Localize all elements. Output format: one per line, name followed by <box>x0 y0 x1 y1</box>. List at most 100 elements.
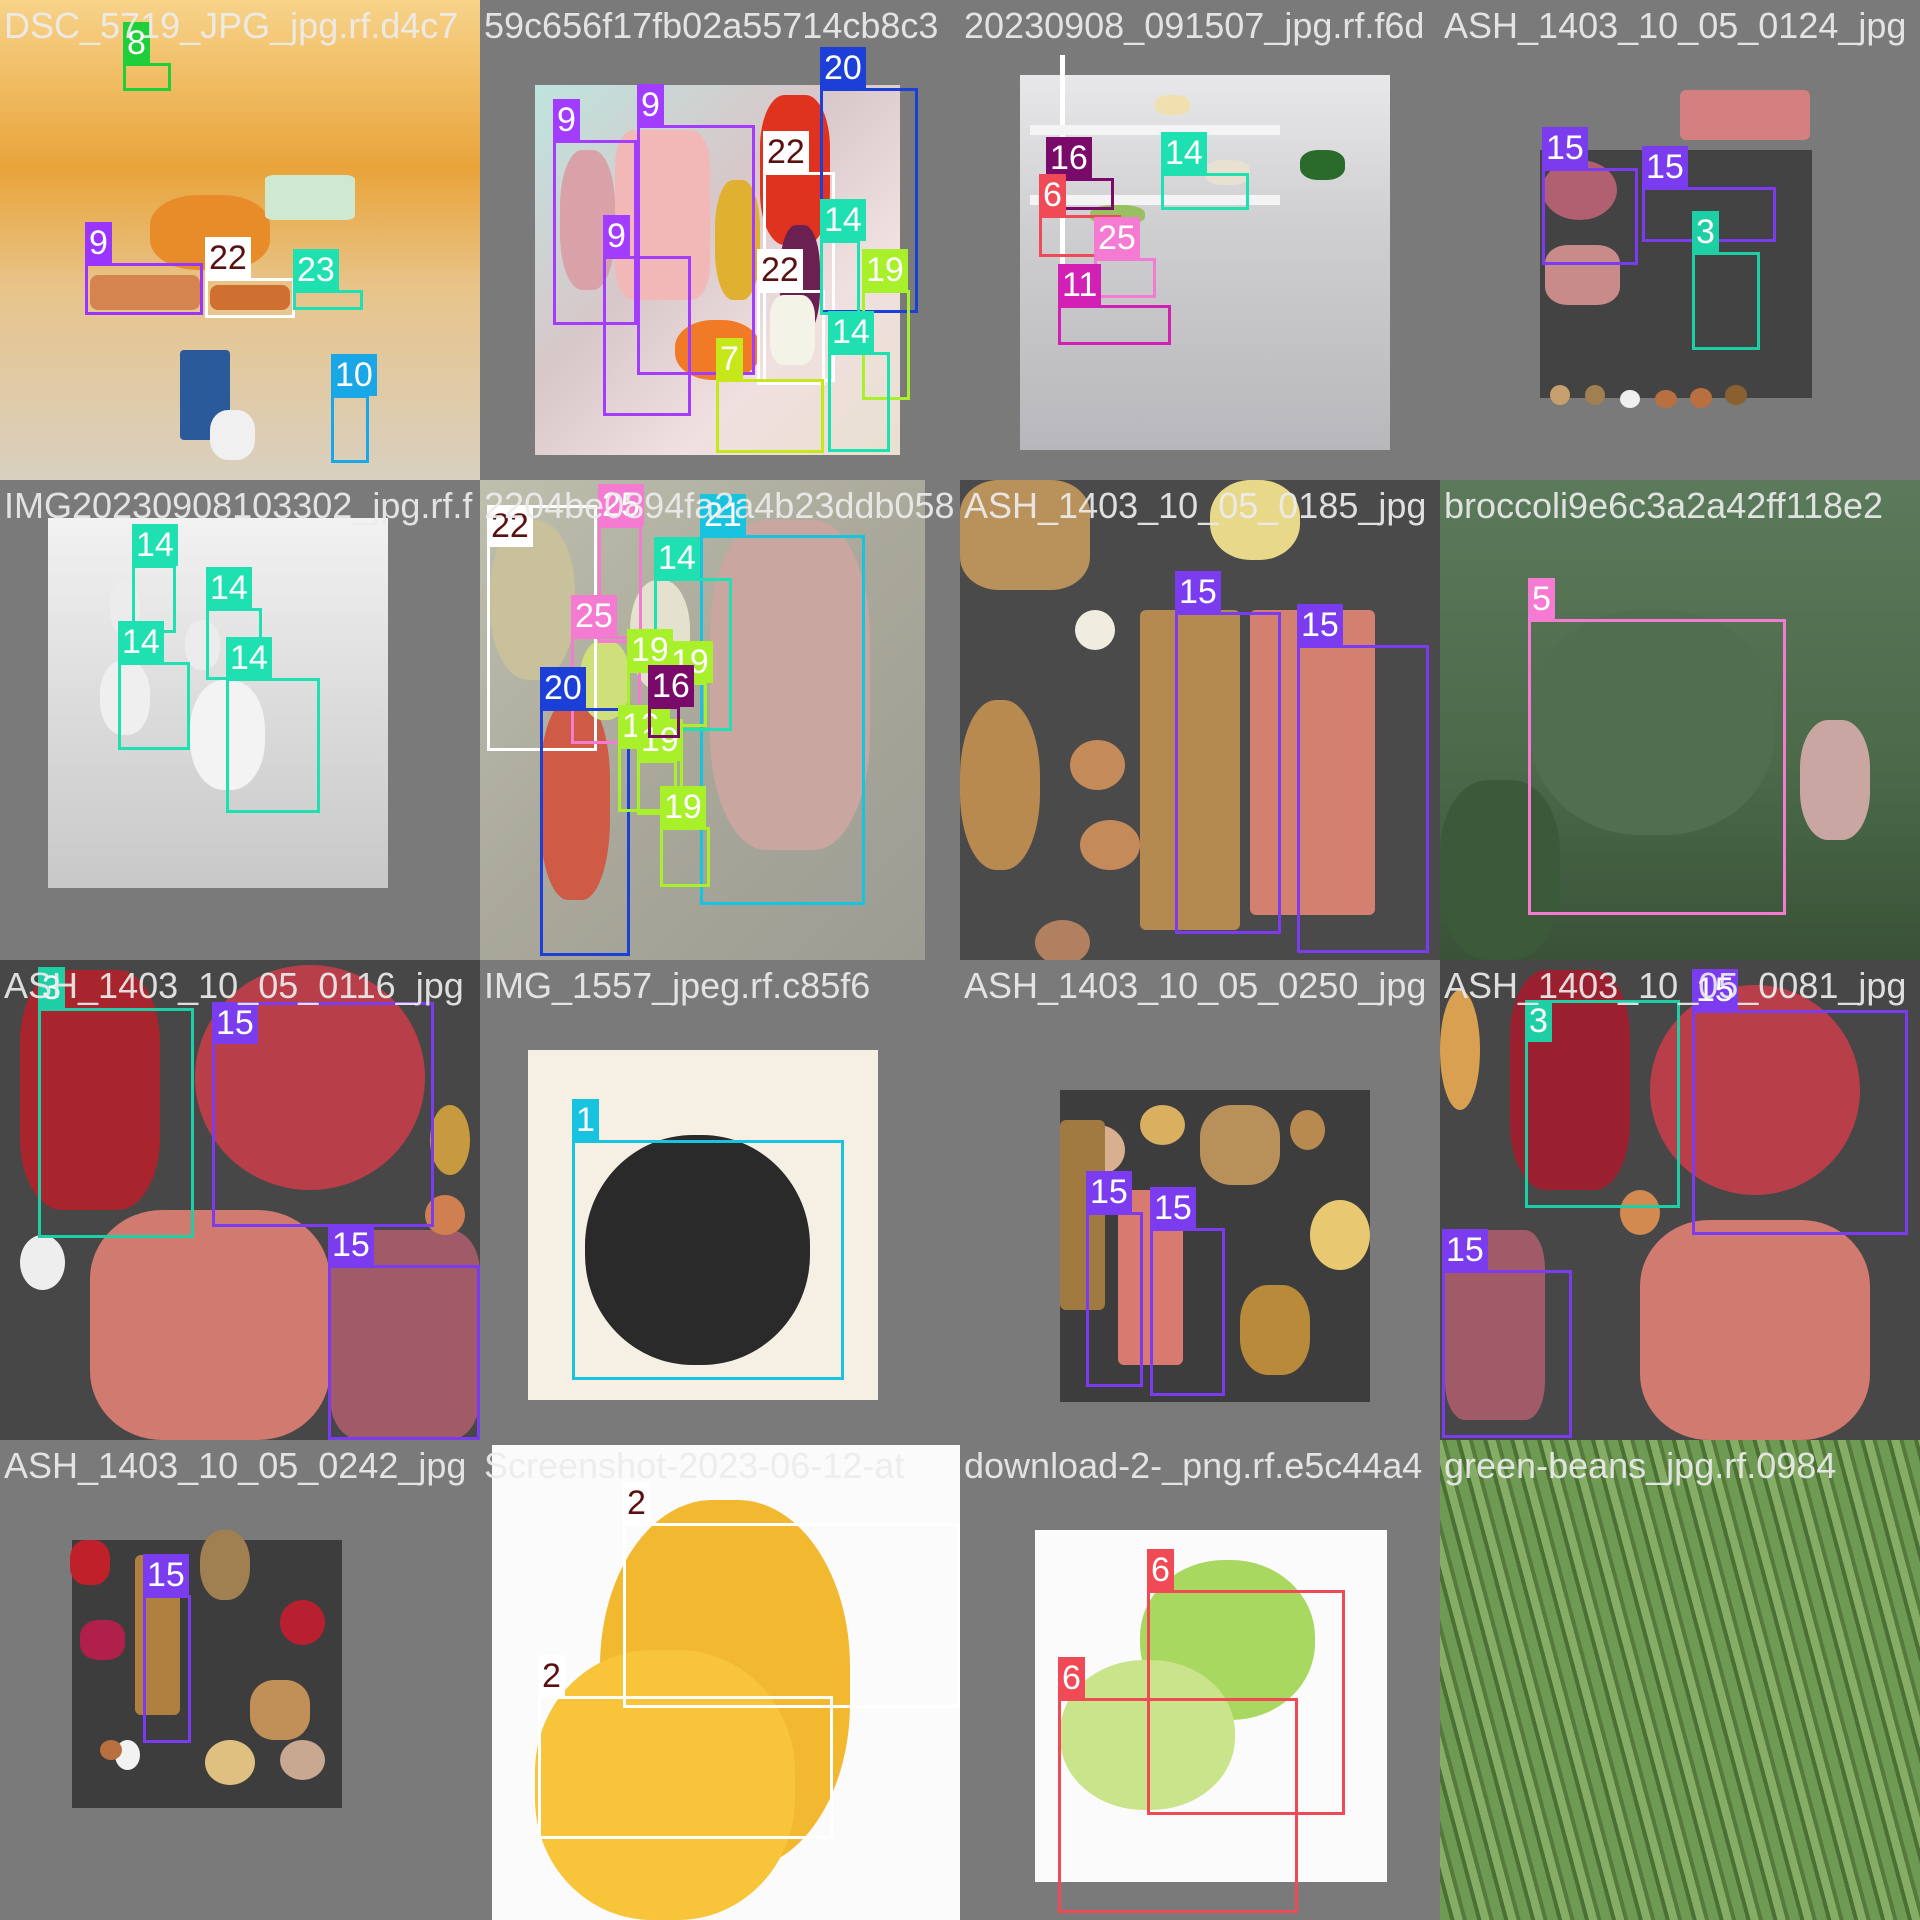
detection-box: 5 <box>1528 578 1786 915</box>
food-object-shape <box>200 1530 250 1600</box>
tile-filename: ASH_1403_10_05_0250_jpg <box>964 965 1427 1006</box>
class-label: 6 <box>1147 1549 1174 1591</box>
detection-box: 11 <box>1058 264 1171 345</box>
grid-tile: ASH_1403_10_05_0124_jpg 15 15 3 <box>1440 0 1920 480</box>
food-object-shape <box>1440 990 1480 1110</box>
food-object-shape <box>1140 1105 1185 1145</box>
detection-box: 25 <box>1094 217 1156 298</box>
food-object-shape <box>1200 1105 1280 1185</box>
class-label: 15 <box>1150 1187 1196 1229</box>
detection-box: 3 <box>1525 1000 1680 1208</box>
detection-box: 15 <box>1297 604 1429 953</box>
food-object-shape <box>70 1540 110 1585</box>
food-object-shape <box>1640 1220 1870 1440</box>
food-object-shape <box>265 175 355 220</box>
detection-box: 8 <box>123 22 171 91</box>
food-object-shape <box>280 1600 325 1645</box>
detection-box: 7 <box>716 338 824 453</box>
detection-box: 15 <box>1150 1187 1225 1396</box>
class-label: 15 <box>1542 127 1588 169</box>
class-label: 5 <box>1528 578 1555 620</box>
class-label: 14 <box>206 567 252 609</box>
detection-box: 15 <box>1175 571 1281 934</box>
food-object-shape <box>1240 1285 1310 1375</box>
detection-box: 14 <box>118 621 190 750</box>
food-object-shape <box>1290 1110 1325 1150</box>
detection-box: 22 <box>205 237 295 318</box>
class-label: 23 <box>293 249 339 291</box>
grid-tile: ASH_1403_10_05_0185_jpg 15 15 <box>960 480 1440 960</box>
tile-filename: IMG_1557_jpeg.rf.c85f6 <box>484 965 871 1006</box>
class-label: 9 <box>553 99 580 141</box>
tile-filename: download-2-_png.rf.e5c44a4 <box>964 1445 1423 1486</box>
tile-filename: 59c656f17fb02a55714cb8c3 <box>484 5 939 46</box>
class-label: 14 <box>118 621 164 663</box>
class-label: 22 <box>763 131 809 173</box>
food-object-shape <box>1620 390 1640 408</box>
food-object-shape <box>1550 385 1570 405</box>
food-object-shape <box>1300 150 1345 180</box>
class-label: 16 <box>1046 137 1092 179</box>
grid-tile: broccoli9e6c3a2a42ff118e2 5 <box>1440 480 1920 960</box>
detection-box: 2 <box>538 1655 833 1839</box>
class-label: 3 <box>1692 211 1719 253</box>
class-label: 15 <box>1642 146 1688 188</box>
tile-filename: DSC_5719_JPG_jpg.rf.d4c7 <box>4 5 459 46</box>
class-label: 14 <box>132 524 178 566</box>
class-label: 1 <box>572 1099 599 1141</box>
food-object-shape <box>100 1740 122 1760</box>
food-object-shape <box>1075 610 1115 650</box>
food-object-shape <box>20 1235 65 1290</box>
food-object-shape <box>1070 740 1125 790</box>
class-label: 6 <box>1058 1657 1085 1699</box>
tile-filename: green-beans_jpg.rf.0984 <box>1444 1445 1837 1486</box>
food-object-shape <box>1655 390 1677 408</box>
class-label: 11 <box>1058 264 1102 306</box>
tile-filename: 20230908_091507_jpg.rf.f6d <box>964 5 1425 46</box>
class-label: 22 <box>205 237 251 279</box>
detection-box: 15 <box>1442 1229 1572 1438</box>
class-label: 15 <box>1086 1171 1132 1213</box>
grid-tile: download-2-_png.rf.e5c44a4 6 6 <box>960 1440 1440 1920</box>
food-object-shape <box>1035 920 1090 960</box>
class-label: 14 <box>226 637 272 679</box>
detection-box: 2 <box>623 1482 960 1708</box>
food-object-shape <box>1155 95 1190 115</box>
grid-tile: green-beans_jpg.rf.0984 <box>1440 1440 1920 1920</box>
detection-box: 14 <box>1161 132 1249 210</box>
class-label: 15 <box>328 1224 374 1266</box>
detection-box: 15 <box>212 1002 434 1227</box>
class-label: 2 <box>623 1482 650 1524</box>
grid-tile: 59c656f17fb02a55714cb8c3 9 9 9 22 22 20 14 19 7 14 <box>480 0 960 480</box>
grid-tile: Screenshot-2023-06-12-at 2 2 <box>480 1440 960 1920</box>
food-object-shape <box>1680 90 1810 140</box>
food-object-shape <box>1690 388 1712 408</box>
tile-photo <box>1440 1440 1920 1920</box>
food-object-shape <box>430 1105 470 1175</box>
food-object-shape <box>1080 820 1140 870</box>
tile-filename: ASH_1403_10_05_0185_jpg <box>964 485 1427 526</box>
detection-box: 16 <box>648 665 694 738</box>
detection-box: 22 <box>757 249 825 385</box>
grid-tile: DSC_5719_JPG_jpg.rf.d4c7 8 9 22 23 10 <box>0 0 480 480</box>
tile-filename: ASH_1403_10_05_0116_jpg <box>4 965 464 1006</box>
food-object-shape <box>1725 385 1747 405</box>
tile-filename: IMG20230908103302_jpg.rf.f <box>4 485 473 526</box>
detection-box: 15 <box>328 1224 480 1440</box>
class-label: 15 <box>143 1554 189 1596</box>
detection-box: 19 <box>660 786 710 887</box>
grid-tile: IMG20230908103302_jpg.rf.f 14 14 14 14 <box>0 480 480 960</box>
class-label: 25 <box>571 595 617 637</box>
class-label: 9 <box>85 222 112 264</box>
class-label: 10 <box>331 354 377 396</box>
tile-filename: ASH_1403_10_05_0081_jpg <box>1444 965 1907 1006</box>
detection-box: 3 <box>38 967 194 1238</box>
class-label: 20 <box>540 667 586 709</box>
class-label: 14 <box>654 537 700 579</box>
food-object-shape <box>1585 385 1605 405</box>
class-label: 6 <box>1039 174 1066 216</box>
food-object-shape <box>205 1740 255 1785</box>
food-object-shape <box>80 1620 125 1660</box>
food-object-shape <box>90 1210 330 1440</box>
class-label: 15 <box>1175 571 1221 613</box>
